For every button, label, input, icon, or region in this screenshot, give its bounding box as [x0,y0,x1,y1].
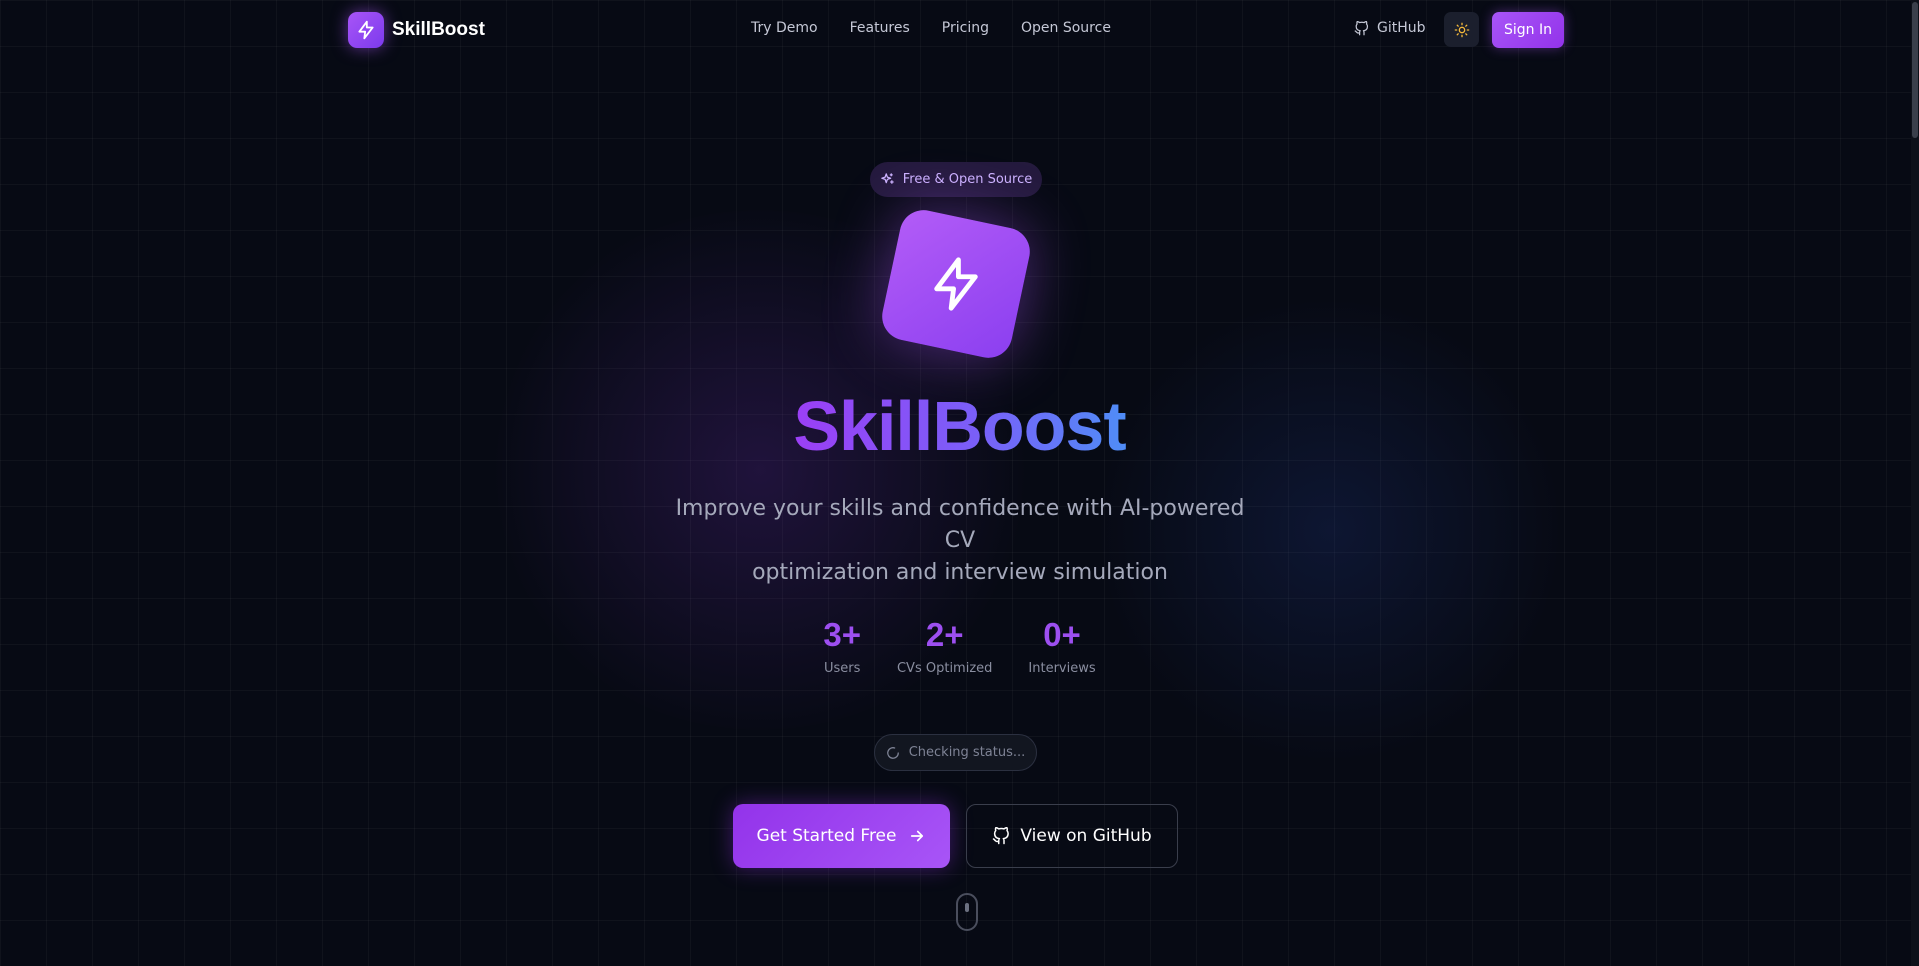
sign-in-button[interactable]: Sign In [1492,12,1564,48]
arrow-right-icon [911,830,924,842]
theme-toggle-button[interactable] [1444,12,1479,47]
scroll-wheel-dot [965,903,969,912]
sparkles-icon [881,173,894,184]
hero-subtitle-line-1: Improve your skills and confidence with … [675,496,1245,553]
stat-users: 3+ Users [823,615,861,676]
lightning-bolt-icon [348,12,384,48]
hero-subtitle: Improve your skills and confidence with … [660,493,1260,589]
stat-value: 3+ [823,616,861,653]
mouse-scroll-icon[interactable] [956,893,978,931]
github-icon [1354,20,1369,35]
nav-item-pricing[interactable]: Pricing [942,20,989,36]
github-icon [993,827,1010,845]
nav-item-try-demo[interactable]: Try Demo [751,20,818,36]
status-text: Checking status... [908,745,1026,760]
stat-label: Users [823,661,861,676]
top-navbar: SkillBoost Try Demo Features Pricing Ope… [0,0,1919,60]
hero-subtitle-line-2: optimization and interview simulation [752,560,1168,585]
open-source-badge: Free & Open Source [870,162,1042,197]
stat-interviews: 0+ Interviews [1028,615,1095,676]
stat-cvs-optimized: 2+ CVs Optimized [897,615,992,676]
stat-label: CVs Optimized [896,661,993,676]
brand-name: SkillBoost [392,19,485,40]
nav-item-open-source[interactable]: Open Source [1021,20,1111,36]
get-started-button[interactable]: Get Started Free [733,804,950,868]
badge-label: Free & Open Source [902,172,1033,187]
view-on-github-button[interactable]: View on GitHub [966,804,1178,868]
get-started-label: Get Started Free [756,826,897,846]
view-on-github-label: View on GitHub [1020,826,1152,846]
main-nav: Try Demo Features Pricing Open Source [751,20,1111,36]
page-scrollbar[interactable] [1911,0,1919,966]
stat-value: 2+ [925,616,964,653]
hero-logo [877,205,1035,363]
brand-logo[interactable]: SkillBoost [348,12,485,48]
github-link-label: GitHub [1377,20,1426,36]
status-indicator: Checking status... [874,734,1037,771]
lightning-bolt-icon [934,257,978,311]
nav-item-features[interactable]: Features [850,20,910,36]
stats-row: 3+ Users 2+ CVs Optimized 0+ Interviews [0,615,1919,676]
hero-title-text: SkillBoost [793,387,1126,465]
scrollbar-thumb[interactable] [1912,2,1918,138]
stat-label: Interviews [1028,661,1096,676]
hero-title: SkillBoost [0,386,1919,466]
loading-spinner-icon [886,746,899,759]
sun-icon [1454,22,1469,37]
stat-value: 0+ [1043,616,1081,653]
github-link[interactable]: GitHub [1354,20,1426,36]
